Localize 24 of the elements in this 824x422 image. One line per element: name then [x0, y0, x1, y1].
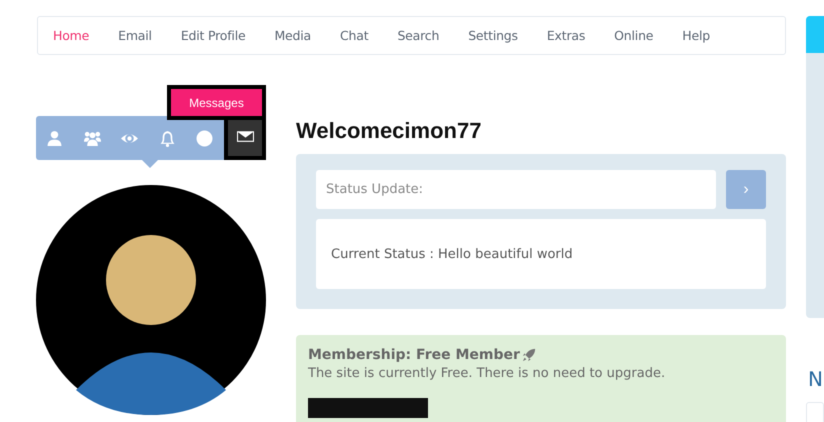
welcome-heading: Welcomecimon77: [296, 118, 482, 144]
tooltip: Messages: [167, 85, 266, 120]
status-field[interactable]: Status Update:: [316, 170, 716, 209]
nav-link[interactable]: Email: [103, 28, 166, 43]
users-icon: [84, 130, 101, 146]
rocket-icon: [522, 348, 536, 362]
membership-title: Membership: Free Member: [308, 347, 520, 363]
nav-link[interactable]: Chat: [325, 28, 382, 43]
nav-link[interactable]: Help: [667, 28, 724, 43]
nav-link[interactable]: Media: [259, 28, 326, 43]
nav-link[interactable]: Settings: [453, 28, 532, 43]
nav-link[interactable]: Home: [53, 28, 104, 43]
side-heading: N: [808, 366, 824, 392]
nav-link[interactable]: Edit Profile: [166, 28, 260, 43]
membership-text: The site is currently Free. There is no need to upgrade.: [308, 366, 666, 381]
user-icon: [46, 130, 64, 146]
side-card: [806, 402, 824, 422]
nav-link[interactable]: Extras: [532, 28, 600, 43]
bell-icon: [158, 130, 176, 146]
circle-icon: [196, 130, 214, 146]
panel-header: [806, 16, 824, 53]
nav-link[interactable]: Online: [599, 28, 668, 43]
nav-link[interactable]: Search: [382, 28, 454, 43]
current-status: Current Status : Hello beautiful world: [331, 246, 573, 262]
